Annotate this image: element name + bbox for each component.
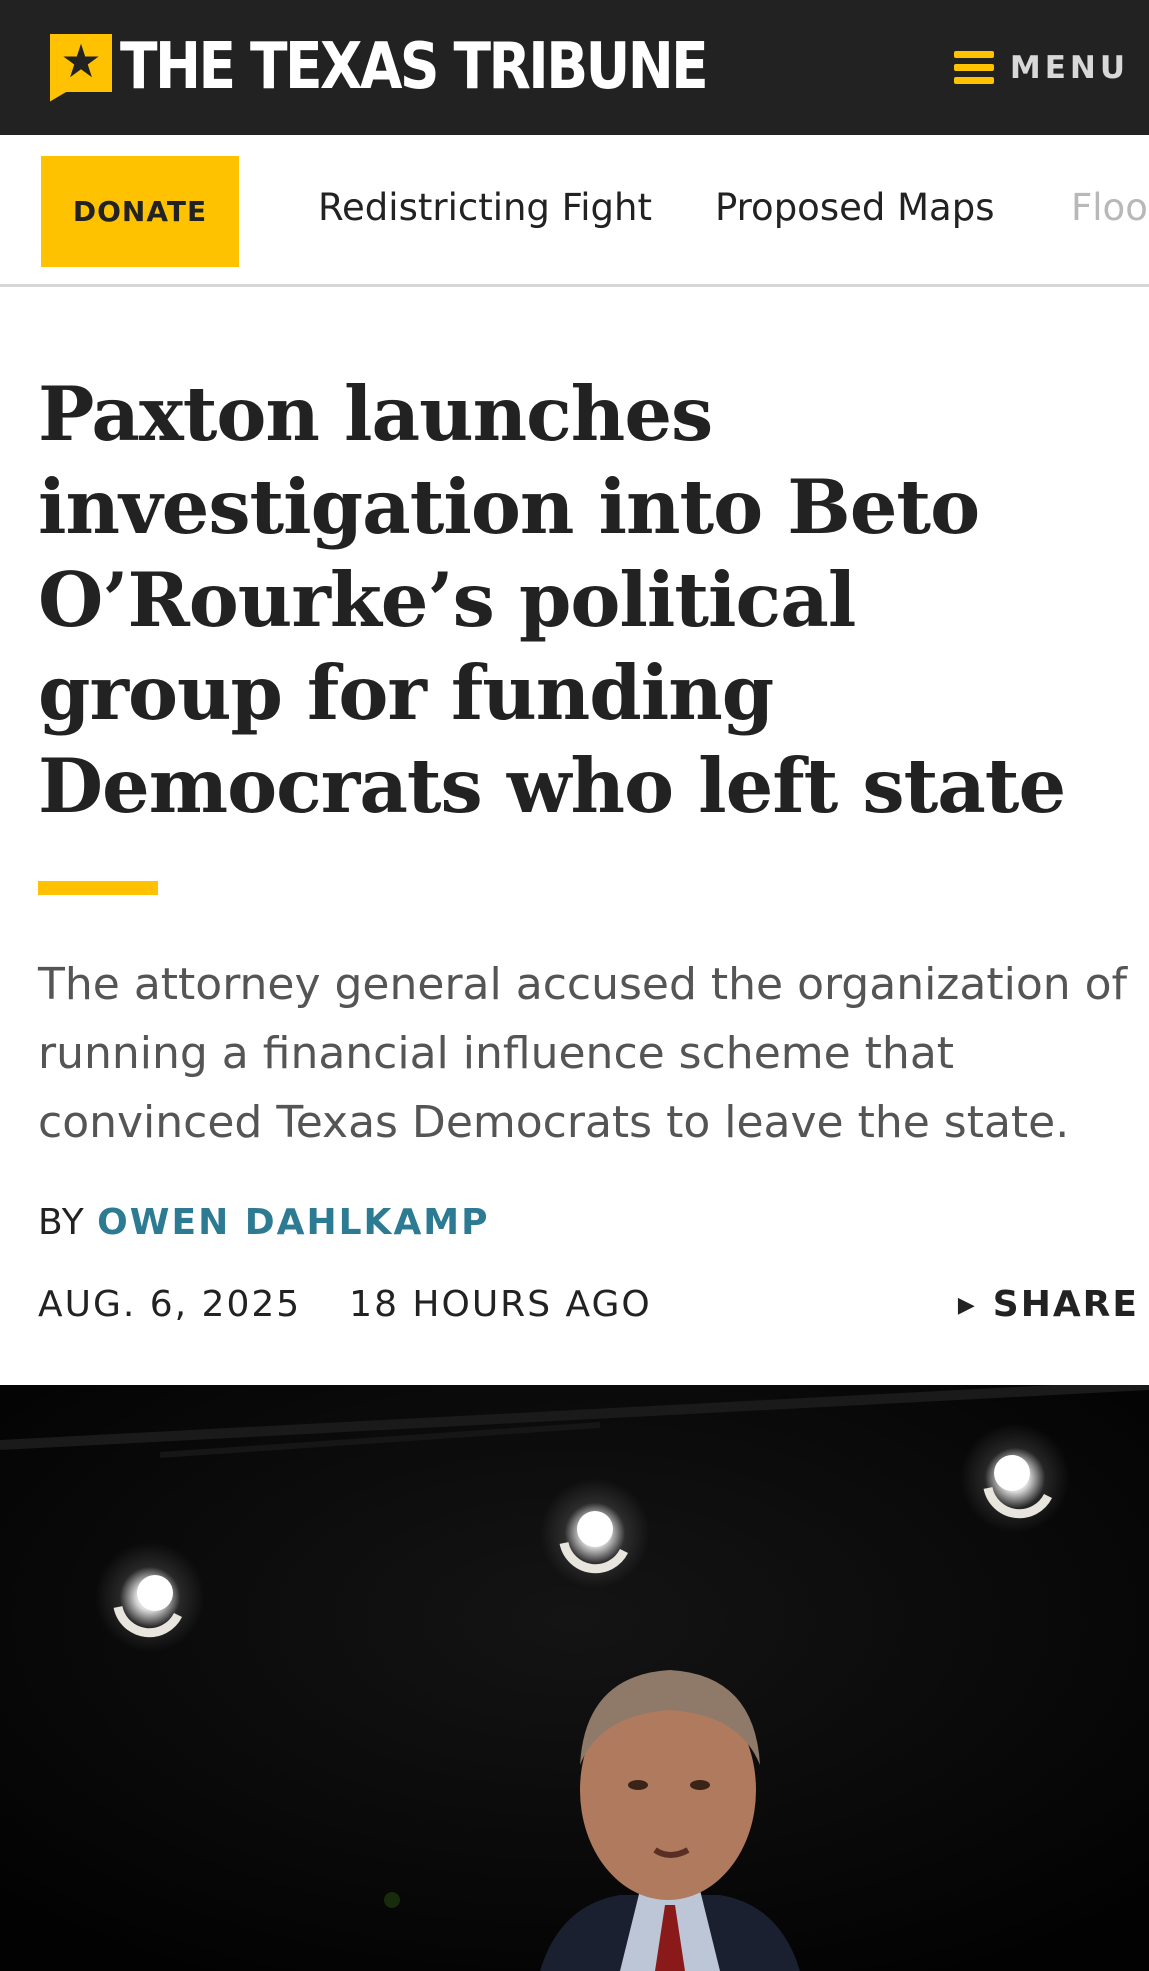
menu-icon	[953, 51, 994, 85]
menu-button[interactable]: MENU	[953, 44, 1129, 92]
share-button[interactable]: ▶ SHARE	[958, 1284, 1139, 1325]
site-header: ★ THE TEXAS TRIBUNE MENU	[0, 0, 1149, 135]
triangle-right-icon: ▶	[957, 1293, 977, 1318]
topic-nav: DONATE Redistricting Fight Proposed Maps…	[0, 135, 1149, 287]
star-icon: ★	[50, 33, 112, 102]
byline-prefix: BY	[38, 1202, 85, 1243]
article-meta: AUG. 6, 2025 18 HOURS AGO	[38, 1284, 652, 1325]
site-logo-text: THE TEXAS TRIBUNE	[120, 30, 709, 104]
article-headline: Paxton launches investigation into Beto …	[38, 370, 1066, 830]
nav-link-floo[interactable]: Floo	[1071, 183, 1148, 233]
nav-link-redistricting-fight[interactable]: Redistricting Fight	[318, 183, 652, 233]
photo-scene	[0, 1385, 1149, 1971]
stage-light	[960, 1423, 1070, 1533]
donate-button[interactable]: DONATE	[41, 156, 239, 267]
menu-label: MENU	[1009, 50, 1129, 86]
stage-light	[95, 1542, 205, 1652]
site-logo[interactable]: ★ THE TEXAS TRIBUNE	[50, 30, 802, 105]
stage-light	[540, 1478, 650, 1588]
relative-time: 18 HOURS AGO	[349, 1284, 652, 1325]
byline: BY OWEN DAHLKAMP	[38, 1202, 490, 1243]
publish-date: AUG. 6, 2025	[38, 1284, 302, 1325]
share-label: SHARE	[992, 1284, 1139, 1325]
author-link[interactable]: OWEN DAHLKAMP	[97, 1202, 489, 1243]
article-summary: The attorney general accused the organiz…	[38, 959, 1128, 1148]
headline-divider	[38, 881, 158, 895]
nav-link-proposed-maps[interactable]: Proposed Maps	[715, 183, 994, 233]
article-photo	[0, 1385, 1149, 1971]
